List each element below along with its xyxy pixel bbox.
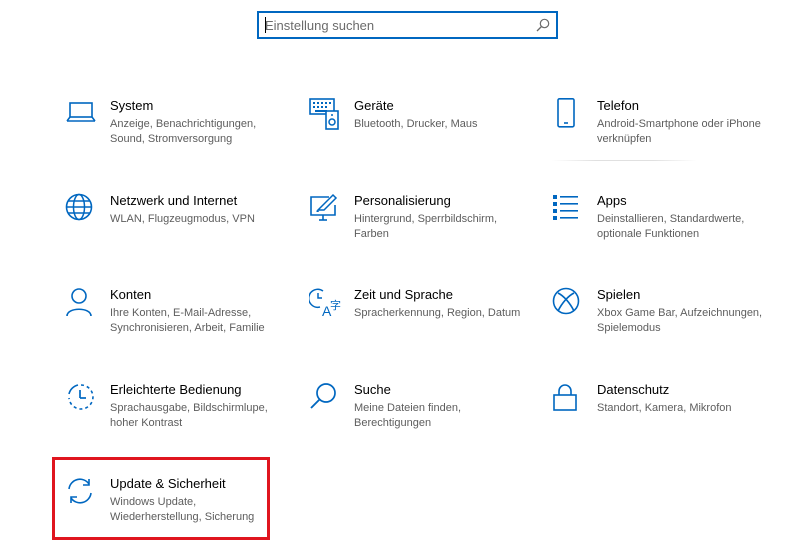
tile-devices[interactable]: Geräte Bluetooth, Drucker, Maus: [309, 98, 539, 178]
tile-description: Hintergrund, Sperrbildschirm, Farben: [354, 213, 498, 240]
tile-title: Telefon: [597, 98, 639, 113]
tile-title: Konten: [110, 287, 152, 302]
tile-privacy[interactable]: Datenschutz Standort, Kamera, Mikrofon: [552, 382, 782, 462]
sync-icon: [65, 476, 97, 508]
tile-title: Apps: [597, 193, 627, 208]
tile-description: Meine Dateien finden, Berechtigungen: [354, 402, 462, 429]
tile-description: Windows Update, Wiederherstellung, Siche…: [110, 496, 255, 523]
search-icon[interactable]: [536, 18, 550, 32]
tile-title: Geräte: [354, 98, 394, 113]
tile-description: Android-Smartphone oder iPhone verknüpfe…: [597, 118, 761, 145]
tile-personalization[interactable]: Personalisierung Hintergrund, Sperrbilds…: [309, 193, 539, 273]
text-cursor: [265, 17, 266, 33]
tile-title: Datenschutz: [597, 382, 670, 397]
settings-search-box[interactable]: [257, 11, 558, 39]
xbox-icon: [552, 287, 584, 319]
keyboard-devices-icon: [309, 98, 341, 130]
accessibility-icon: [65, 382, 97, 414]
tile-title: Suche: [354, 382, 391, 397]
tile-title: Erleichterte Bedienung: [110, 382, 242, 397]
tile-description: Spracherkennung, Region, Datum: [354, 307, 521, 319]
tile-title: Personalisierung: [354, 193, 451, 208]
divider: [552, 160, 697, 161]
tile-gaming[interactable]: Spielen Xbox Game Bar, Aufzeichnungen, S…: [552, 287, 782, 367]
phone-icon: [552, 98, 584, 130]
tile-time-language[interactable]: A字 Zeit und Sprache Spracherkennung, Reg…: [307, 287, 539, 367]
search-icon: [309, 382, 341, 414]
tile-update-security[interactable]: Update & Sicherheit Windows Update, Wied…: [65, 476, 295, 556]
tile-phone[interactable]: Telefon Android-Smartphone oder iPhone v…: [552, 98, 782, 178]
tile-description: Deinstallieren, Standardwerte, optionale…: [597, 213, 745, 240]
tile-description: Ihre Konten, E-Mail-Adresse, Synchronisi…: [110, 307, 265, 334]
search-input[interactable]: [265, 16, 535, 34]
personalization-icon: [309, 193, 341, 225]
tile-network[interactable]: Netzwerk und Internet WLAN, Flugzeugmodu…: [65, 193, 295, 273]
tile-description: Anzeige, Benachrichtigungen, Sound, Stro…: [110, 118, 257, 145]
tile-title: System: [110, 98, 154, 113]
tile-ease-of-access[interactable]: Erleichterte Bedienung Sprachausgabe, Bi…: [65, 382, 295, 462]
tile-search[interactable]: Suche Meine Dateien finden, Berechtigung…: [309, 382, 539, 462]
tile-description: Sprachausgabe, Bildschirmlupe, hoher Kon…: [110, 402, 268, 429]
tile-title: Netzwerk und Internet: [110, 193, 238, 208]
lock-icon: [552, 382, 584, 414]
tile-description: Standort, Kamera, Mikrofon: [597, 402, 732, 414]
tile-description: Xbox Game Bar, Aufzeichnungen, Spielemod…: [597, 307, 763, 334]
apps-list-icon: [552, 193, 584, 225]
time-language-icon: A字: [307, 287, 341, 319]
tile-description: Bluetooth, Drucker, Maus: [354, 118, 478, 130]
tile-title: Zeit und Sprache: [354, 287, 454, 302]
globe-icon: [65, 193, 97, 225]
tile-description: WLAN, Flugzeugmodus, VPN: [110, 213, 255, 225]
tile-title: Spielen: [597, 287, 641, 302]
tile-title: Update & Sicherheit: [110, 476, 226, 491]
person-icon: [65, 287, 97, 319]
laptop-icon: [65, 98, 97, 130]
svg-text:字: 字: [330, 298, 341, 312]
tile-system[interactable]: System Anzeige, Benachrichtigungen, Soun…: [65, 98, 295, 178]
tile-apps[interactable]: Apps Deinstallieren, Standardwerte, opti…: [552, 193, 782, 273]
tile-accounts[interactable]: Konten Ihre Konten, E-Mail-Adresse, Sync…: [65, 287, 295, 367]
